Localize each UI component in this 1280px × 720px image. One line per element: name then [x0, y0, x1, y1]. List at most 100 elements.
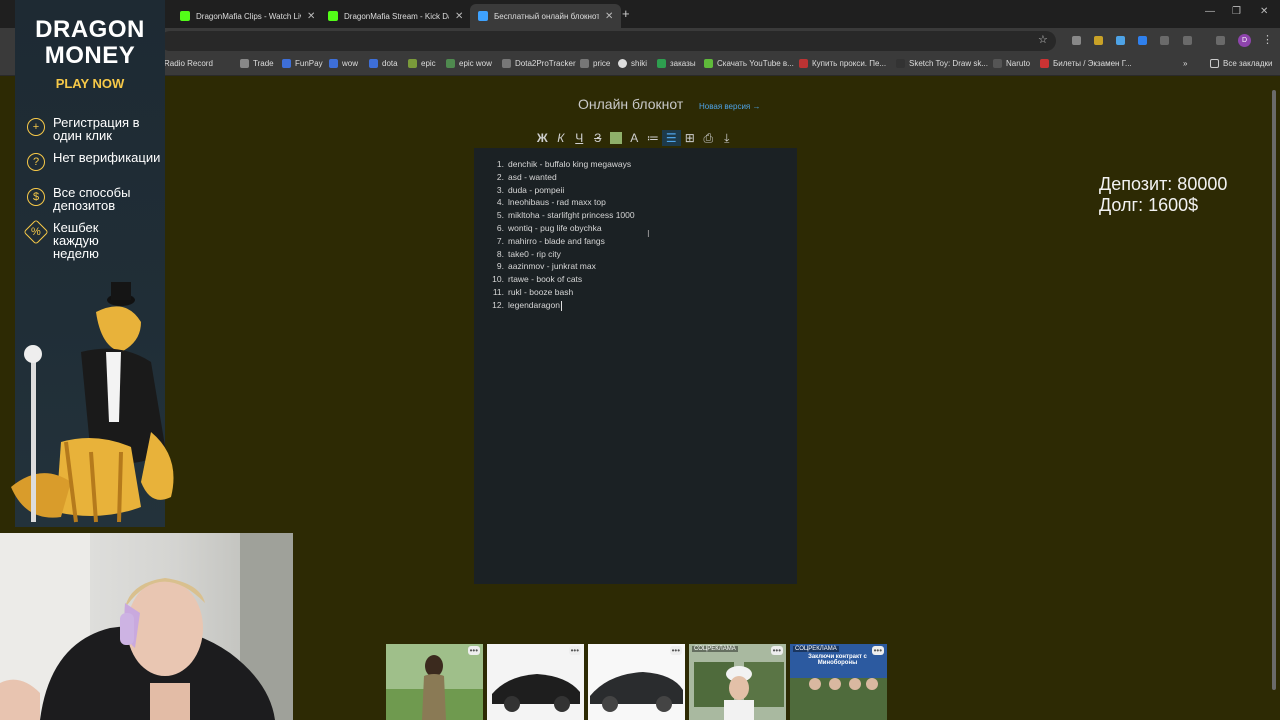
page-scrollbar[interactable]	[1271, 80, 1277, 710]
thumbnail[interactable]: •••	[487, 644, 584, 720]
ad-banner[interactable]: DRAGON MONEY PLAY NOW + Регистрация в оди…	[11, 0, 174, 527]
more-options-icon[interactable]: •••	[770, 646, 783, 655]
extension-icon[interactable]	[1094, 36, 1103, 45]
tab-clips[interactable]: DragonMafia Clips - Watch Live ✕	[172, 4, 323, 28]
address-bar: ☆ D ⋮	[0, 28, 1280, 54]
url-input[interactable]	[160, 31, 1056, 51]
italic-button[interactable]: К	[552, 130, 571, 146]
tab-stream[interactable]: DragonMafia Stream - Kick Da ✕	[320, 4, 471, 28]
bookmark-item[interactable]: Trade	[240, 59, 274, 68]
list-text: wontiq - pug life obychka	[508, 222, 602, 233]
bookmark-icon	[618, 59, 627, 68]
ad-caption: Заключи контракт с Минобороны	[808, 654, 867, 666]
more-options-icon[interactable]: •••	[467, 646, 480, 655]
bullet-list-button[interactable]: ≔	[644, 130, 663, 146]
close-icon[interactable]: ✕	[605, 11, 613, 22]
restore-icon[interactable]: ❐	[1232, 6, 1241, 17]
bookmark-item[interactable]: Radio Record	[164, 59, 213, 68]
numbered-list-button[interactable]: ☰	[662, 130, 681, 146]
bookmark-item[interactable]: заказы	[657, 59, 696, 68]
bookmark-item[interactable]: Купить прокси. Пе...	[799, 59, 886, 68]
streamer-image	[0, 533, 293, 720]
bookmark-item[interactable]: Dota2ProTracker	[502, 59, 576, 68]
bookmark-icon	[580, 59, 589, 68]
list-number: 11.	[492, 286, 504, 297]
bookmark-item[interactable]: Билеты / Экзамен Г...	[1040, 59, 1132, 68]
bookmark-star-icon[interactable]: ☆	[1038, 33, 1048, 46]
ibeam-cursor-icon: I	[647, 229, 650, 240]
bookmark-item[interactable]: FunPay	[282, 59, 323, 68]
list-number: 5.	[496, 210, 504, 221]
bookmark-item[interactable]: price	[580, 59, 610, 68]
stream-overlay-stats: Депозит: 80000 Долг: 1600$	[1099, 174, 1227, 216]
extension-icon[interactable]	[1072, 36, 1081, 45]
all-bookmarks-button[interactable]: Все закладки	[1210, 59, 1272, 68]
bookmark-item[interactable]: shiki	[618, 59, 647, 68]
feature-text: Все способы депозитов	[53, 185, 131, 213]
bookmark-label: FunPay	[295, 59, 323, 68]
list-text: rukl - booze bash	[508, 286, 574, 297]
underline-button[interactable]: Ч	[570, 130, 589, 146]
more-options-icon[interactable]: •••	[568, 646, 581, 655]
bookmark-label: Все закладки	[1223, 59, 1273, 68]
more-options-icon[interactable]: •••	[669, 646, 682, 655]
list-text: asd - wanted	[508, 171, 557, 182]
bookmark-item[interactable]: Naruto	[993, 59, 1030, 68]
new-tab-button[interactable]: +	[622, 6, 630, 21]
minimize-icon[interactable]: —	[1205, 6, 1215, 17]
bookmark-icon	[799, 59, 808, 68]
kick-icon	[328, 11, 338, 21]
list-number: 7.	[496, 235, 504, 246]
close-icon[interactable]: ✕	[455, 11, 463, 22]
close-window-icon[interactable]: ✕	[1260, 6, 1268, 17]
thumbnail-image	[689, 644, 786, 720]
thumbnail-image	[588, 644, 685, 720]
table-button[interactable]: ⊞	[681, 130, 700, 146]
media-icon[interactable]	[1216, 36, 1225, 45]
bookmark-item[interactable]: dota	[369, 59, 398, 68]
text-color-button[interactable]: A	[625, 130, 644, 146]
profile-avatar[interactable]: D	[1238, 34, 1251, 47]
puzzle-icon[interactable]	[1183, 36, 1192, 45]
bookmark-label: Скачать YouTube в...	[717, 59, 794, 68]
thumbnail[interactable]: СОЦРЕКЛАМА •••	[689, 644, 786, 720]
bookmark-item[interactable]: Скачать YouTube в...	[704, 59, 794, 68]
bookmark-label: Naruto	[1006, 59, 1031, 68]
close-icon[interactable]: ✕	[307, 11, 315, 22]
play-now-button[interactable]: PLAY NOW	[15, 76, 165, 91]
bookmark-item[interactable]: Sketch Toy: Draw sk...	[896, 59, 988, 68]
menu-icon[interactable]: ⋮	[1262, 33, 1273, 46]
bookmark-label: Radio Record	[164, 59, 213, 68]
more-options-icon[interactable]: •••	[871, 646, 884, 655]
list-text: take0 - rip city	[508, 248, 561, 259]
percent-icon: %	[23, 219, 49, 245]
thumbnail[interactable]: •••	[588, 644, 685, 720]
extension-icon[interactable]	[1138, 36, 1147, 45]
bookmark-item[interactable]: wow	[329, 59, 358, 68]
scrollbar-thumb[interactable]	[1272, 90, 1276, 690]
list-number: 4.	[496, 197, 504, 208]
bookmarks-overflow-button[interactable]: »	[1183, 59, 1187, 68]
print-button[interactable]: ⎙	[699, 130, 718, 146]
extension-icon[interactable]	[1160, 36, 1169, 45]
ad-feature: ? Нет верификации	[27, 151, 163, 171]
bookmark-label: Билеты / Экзамен Г...	[1053, 59, 1132, 68]
bookmark-item[interactable]: epic	[408, 59, 436, 68]
download-button[interactable]: ⤓	[718, 130, 737, 146]
extension-icon[interactable]	[1116, 36, 1125, 45]
sheets-icon	[657, 59, 666, 68]
tab-notepad[interactable]: Бесплатный онлайн блокнот д ✕	[470, 4, 622, 28]
thumbnail[interactable]: •••	[386, 644, 483, 720]
bookmark-icon	[1040, 59, 1049, 68]
strikethrough-button[interactable]: З	[589, 130, 608, 146]
list-item: 3. duda - pompeii	[488, 184, 635, 197]
bookmark-item[interactable]: epic wow	[446, 59, 492, 68]
ad-feature: % Кешбек каждую неделю	[23, 219, 123, 260]
page-title: Онлайн блокнот	[578, 96, 684, 112]
thumbnail[interactable]: СОЦРЕКЛАМА Заключи контракт с Минобороны…	[790, 644, 887, 720]
notepad-editor[interactable]: 1. denchik - buffalo king megaways 2. asd …	[474, 148, 797, 584]
bold-button[interactable]: Ж	[533, 130, 552, 146]
new-version-link[interactable]: Новая версия →	[699, 102, 760, 111]
highlight-color-button[interactable]	[610, 132, 622, 144]
list-text: aazinmov - junkrat max	[508, 261, 596, 272]
